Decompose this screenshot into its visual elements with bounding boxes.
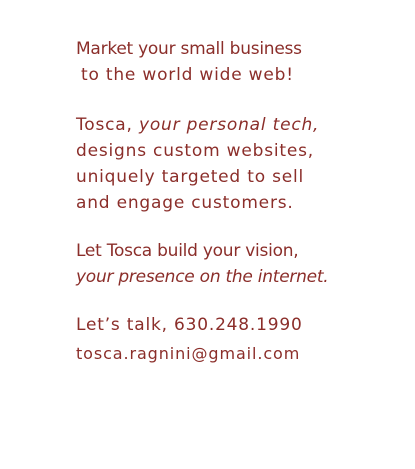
contact-email[interactable]: tosca.ragnini@gmail.com (76, 341, 396, 367)
contact-phone: Let’s talk, 630.248.1990 (76, 315, 303, 335)
brand-name: Tosca, (76, 115, 133, 135)
role-tagline: your personal tech, (138, 115, 320, 135)
intro-line-2: designs custom websites, (76, 141, 314, 161)
intro-line-3: uniquely targeted to sell (76, 167, 305, 187)
intro-line-1: Tosca, your personal tech, (76, 112, 396, 138)
page: { "content": { "headline": { "line1": "M… (0, 0, 415, 469)
vision-line-2: your presence on the internet. (76, 267, 329, 287)
headline-line-2: to the world wide web! (81, 65, 294, 85)
headline-line-1: Market your small business (76, 39, 302, 59)
promo-text-block: Market your small business to the world … (76, 36, 396, 367)
vision-line-1: Let Tosca build your vision, (76, 241, 299, 261)
intro-line-4: and engage customers. (76, 193, 294, 213)
